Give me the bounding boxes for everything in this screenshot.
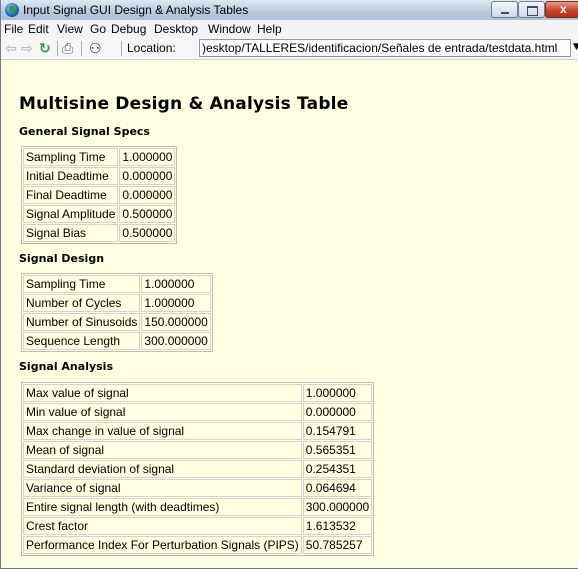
page-content: Multisine Design & Analysis Table Genera… (1, 60, 578, 568)
window-title: Input Signal GUI Design & Analysis Table… (23, 3, 249, 17)
table-row: Max change in value of signal 0.154791 (23, 422, 373, 440)
table-row: Signal Amplitude 0.500000 (23, 205, 176, 223)
table-row: Sampling Time 1.000000 (23, 275, 211, 293)
table-cell-value: 0.254351 (302, 460, 373, 478)
find-binoculars-icon[interactable]: ⚇ (89, 41, 102, 57)
menu-file[interactable]: File (4, 22, 23, 36)
maximize-button[interactable] (518, 1, 545, 18)
print-icon[interactable]: ⎙ (62, 41, 73, 57)
table-cell-value: 300.000000 (141, 332, 211, 350)
location-label: Location: (127, 41, 176, 55)
table-row: Signal Bias 0.500000 (23, 224, 176, 242)
menu-go[interactable]: Go (90, 22, 106, 36)
close-icon: x (560, 2, 567, 16)
table-cell-label: Sampling Time (23, 275, 141, 293)
refresh-icon[interactable]: ↻ (39, 41, 51, 57)
back-arrow-icon[interactable]: ⇦ (5, 41, 17, 57)
app-globe-land-icon (9, 6, 15, 12)
table-row: Min value of signal 0.000000 (23, 403, 373, 421)
table-cell-value: 1.000000 (141, 275, 211, 293)
table-cell-value: 0.500000 (119, 224, 176, 242)
table-cell-label: Crest factor (23, 517, 302, 535)
page-title: Multisine Design & Analysis Table (19, 94, 349, 114)
table-cell-value: 1.000000 (119, 148, 176, 166)
table-cell-label: Standard deviation of signal (23, 460, 302, 478)
general-signal-specs-table: Sampling Time 1.000000 Initial Deadtime 0.… (21, 146, 178, 244)
table-cell-value: 0.565351 (302, 441, 373, 459)
table-cell-value: 1.000000 (302, 384, 373, 402)
table-cell-label: Entire signal length (with deadtimes) (23, 498, 302, 516)
table-cell-value: 150.000000 (141, 313, 211, 331)
title-bar: Input Signal GUI Design & Analysis Table… (1, 0, 578, 20)
section-heading-general-signal-specs: General Signal Specs (19, 125, 150, 138)
forward-arrow-icon[interactable]: ⇨ (21, 41, 33, 57)
table-cell-label: Number of Sinusoids (23, 313, 141, 331)
table-row: Sampling Time 1.000000 (23, 148, 176, 166)
table-cell-label: Number of Cycles (23, 294, 141, 312)
table-row: Number of Cycles 1.000000 (23, 294, 211, 312)
toolbar-separator (81, 41, 82, 56)
table-cell-label: Max value of signal (23, 384, 302, 402)
location-input[interactable]: )esktop/TALLERES/identificacion/Señales … (199, 39, 571, 57)
table-cell-label: Final Deadtime (23, 186, 119, 204)
table-row: Number of Sinusoids 150.000000 (23, 313, 211, 331)
table-row: Entire signal length (with deadtimes) 300… (23, 498, 373, 516)
table-cell-value: 0.000000 (119, 186, 176, 204)
table-row: Crest factor 1.613532 (23, 517, 373, 535)
table-cell-value: 50.785257 (302, 536, 373, 554)
table-cell-value: 1.000000 (141, 294, 211, 312)
close-button[interactable]: x (545, 1, 578, 18)
minimize-button[interactable] (491, 1, 518, 18)
menu-desktop[interactable]: Desktop (154, 22, 198, 36)
table-row: Standard deviation of signal 0.254351 (23, 460, 373, 478)
table-cell-value: 0.000000 (119, 167, 176, 185)
menu-edit[interactable]: Edit (28, 22, 49, 36)
table-row: Max value of signal 1.000000 (23, 384, 373, 402)
table-row: Performance Index For Perturbation Signa… (23, 536, 373, 554)
table-cell-value: 1.613532 (302, 517, 373, 535)
signal-design-table: Sampling Time 1.000000 Number of Cycles 1.… (21, 273, 213, 352)
table-row: Mean of signal 0.565351 (23, 441, 373, 459)
menu-window[interactable]: Window (208, 22, 251, 36)
table-row: Sequence Length 300.000000 (23, 332, 211, 350)
signal-analysis-table: Max value of signal 1.000000 Min value of… (21, 382, 375, 556)
menu-help[interactable]: Help (257, 22, 282, 36)
toolbar-separator (57, 41, 58, 56)
table-cell-label: Signal Bias (23, 224, 119, 242)
location-dropdown-icon[interactable]: ▼ (573, 42, 578, 52)
table-row: Initial Deadtime 0.000000 (23, 167, 176, 185)
table-cell-value: 300.000000 (302, 498, 373, 516)
menu-debug[interactable]: Debug (111, 22, 146, 36)
table-row: Variance of signal 0.064694 (23, 479, 373, 497)
toolbar-separator (121, 41, 122, 56)
table-cell-label: Initial Deadtime (23, 167, 119, 185)
table-cell-label: Sampling Time (23, 148, 119, 166)
menu-bar: File Edit View Go Debug Desktop Window H… (1, 20, 578, 38)
table-cell-label: Min value of signal (23, 403, 302, 421)
toolbar: ⇦ ⇨ ↻ ⎙ ⚇ Location: )esktop/TALLERES/ide… (1, 38, 578, 60)
table-cell-value: 0.000000 (302, 403, 373, 421)
menu-view[interactable]: View (57, 22, 83, 36)
browser-window: Input Signal GUI Design & Analysis Table… (0, 0, 578, 569)
section-heading-signal-analysis: Signal Analysis (19, 360, 113, 373)
table-cell-label: Max change in value of signal (23, 422, 302, 440)
table-cell-value: 0.500000 (119, 205, 176, 223)
table-cell-value: 0.064694 (302, 479, 373, 497)
table-cell-label: Variance of signal (23, 479, 302, 497)
section-heading-signal-design: Signal Design (19, 252, 105, 265)
table-row: Final Deadtime 0.000000 (23, 186, 176, 204)
table-cell-label: Mean of signal (23, 441, 302, 459)
table-cell-value: 0.154791 (302, 422, 373, 440)
table-cell-label: Sequence Length (23, 332, 141, 350)
table-cell-label: Performance Index For Perturbation Signa… (23, 536, 302, 554)
table-cell-label: Signal Amplitude (23, 205, 119, 223)
